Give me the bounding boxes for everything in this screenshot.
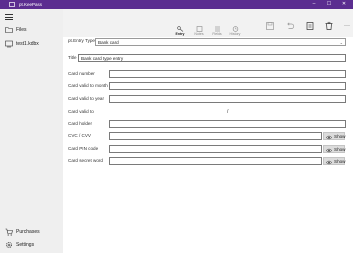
eye-icon xyxy=(326,160,332,164)
secret-word-label: Card secret word xyxy=(68,158,103,163)
gear-icon xyxy=(6,242,12,248)
cart-icon xyxy=(5,228,13,236)
sidebar-item-label: Purchases xyxy=(16,229,40,235)
database-icon xyxy=(5,40,13,48)
show-label: Show xyxy=(334,134,346,139)
entry-form: pt.Entry Type Bank card ⌄ Title Bank car… xyxy=(63,37,353,253)
valid-year-field[interactable] xyxy=(109,95,346,103)
sidebar-item-settings[interactable]: Settings xyxy=(0,239,63,251)
sidebar: Files test1.kdbx Purchases Settings xyxy=(0,9,63,253)
card-number-field[interactable] xyxy=(109,70,346,78)
sidebar-item-files[interactable]: Files xyxy=(0,24,63,36)
cvc-show-button[interactable]: Show xyxy=(323,132,346,140)
valid-month-field[interactable] xyxy=(109,82,346,90)
tab-notes[interactable]: Notes xyxy=(190,25,208,37)
hamburger-menu-icon[interactable] xyxy=(5,14,13,20)
close-button[interactable]: ✕ xyxy=(338,0,350,9)
app-icon xyxy=(9,2,15,7)
pin-label: Card PIN code xyxy=(68,146,99,151)
copy-icon[interactable] xyxy=(305,21,315,31)
card-holder-label: Card holder xyxy=(68,121,93,126)
tab-label: Fields xyxy=(212,32,222,36)
cvc-field[interactable] xyxy=(109,132,322,140)
valid-to-separator: / xyxy=(227,109,229,115)
entry-type-select[interactable]: Bank card ⌄ xyxy=(95,38,346,46)
pin-show-button[interactable]: Show xyxy=(323,145,346,153)
entry-type-label: pt.Entry Type xyxy=(68,38,95,43)
title-bar: pt.KeePass – ☐ ✕ xyxy=(0,0,353,9)
undo-icon[interactable] xyxy=(285,21,295,31)
more-options-button[interactable]: ··· xyxy=(341,21,353,31)
window-title: pt.KeePass xyxy=(19,2,43,7)
command-bar: Entry Notes Fields History ··· xyxy=(63,9,353,37)
chevron-down-icon: ⌄ xyxy=(339,40,343,45)
pin-field[interactable] xyxy=(109,145,322,153)
title-label: Title xyxy=(68,55,77,60)
tab-fields[interactable]: Fields xyxy=(208,25,226,37)
show-label: Show xyxy=(334,159,346,164)
sidebar-item-label: test1.kdbx xyxy=(16,41,39,47)
card-number-label: Card number xyxy=(68,71,95,76)
valid-year-label: Card valid to year xyxy=(68,96,105,101)
title-field[interactable]: Bank card type entry xyxy=(78,54,346,62)
tab-label: History xyxy=(229,32,241,36)
tab-history[interactable]: History xyxy=(226,25,244,37)
tab-label: Notes xyxy=(194,32,204,36)
entry-type-value: Bank card xyxy=(98,40,119,45)
delete-icon[interactable] xyxy=(324,21,334,31)
tab-entry[interactable]: Entry xyxy=(171,25,189,37)
folder-icon xyxy=(5,27,13,33)
valid-month-label: Card valid to month xyxy=(68,83,108,88)
minimize-button[interactable]: – xyxy=(308,0,320,9)
valid-to-label: Card valid to xyxy=(68,109,94,114)
card-holder-field[interactable] xyxy=(109,120,346,128)
cvc-label: CVC / CVV xyxy=(68,133,91,138)
eye-icon xyxy=(326,148,332,152)
sidebar-item-label: Files xyxy=(16,27,27,33)
sidebar-item-database[interactable]: test1.kdbx xyxy=(0,38,63,50)
secret-show-button[interactable]: Show xyxy=(323,157,346,165)
sidebar-item-label: Settings xyxy=(16,242,35,248)
sidebar-item-purchases[interactable]: Purchases xyxy=(0,226,63,238)
maximize-button[interactable]: ☐ xyxy=(323,0,335,9)
tab-label: Entry xyxy=(175,32,185,36)
show-label: Show xyxy=(334,147,346,152)
save-icon[interactable] xyxy=(265,21,275,31)
secret-word-field[interactable] xyxy=(109,157,322,165)
eye-icon xyxy=(326,135,332,139)
